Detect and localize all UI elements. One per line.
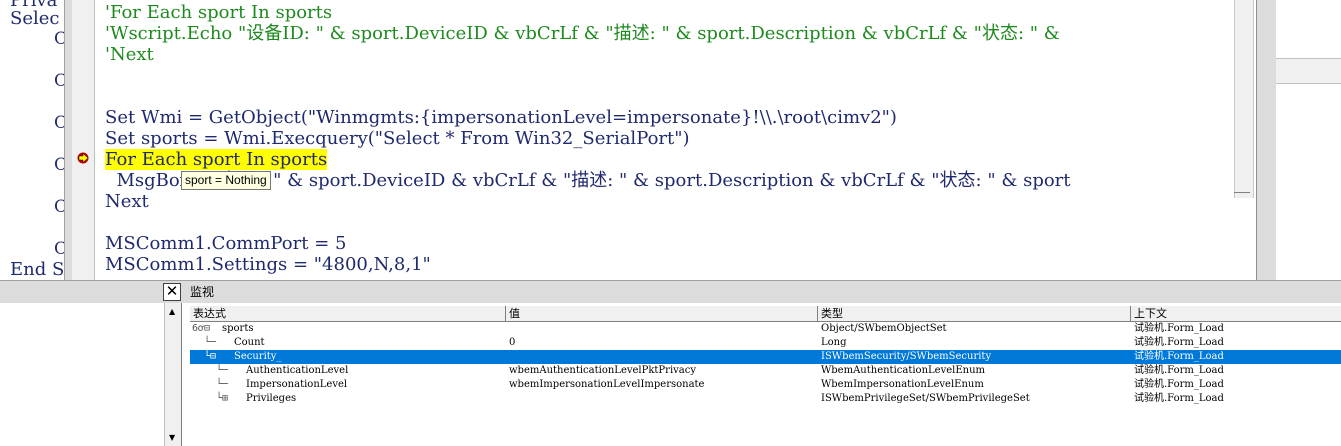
- tree-expander-icon[interactable]: └─: [216, 364, 228, 378]
- watch-row[interactable]: └─ ImpersonationLevel wbemImpersonationLev…: [190, 378, 1341, 392]
- watch-row[interactable]: └─ AuthenticationLevel wbemAuthenticationL…: [190, 364, 1341, 378]
- scroll-down-icon[interactable]: ▼: [169, 433, 175, 442]
- bg-code-line: End S: [10, 259, 65, 280]
- watch-row[interactable]: 6ơ⊟ sports Object/SWbemObjectSet 试验机.Form_L…: [190, 322, 1341, 336]
- code-line[interactable]: Next: [105, 191, 149, 212]
- watch-expression: Privileges: [246, 393, 297, 404]
- code-line-text: 'Wscript.Echo "设备ID: " & sport.DeviceID …: [105, 23, 1060, 44]
- tree-expander-icon[interactable]: └─: [216, 378, 228, 392]
- tree-expander-icon[interactable]: └─: [204, 336, 216, 350]
- code-line-text: MSComm1.Settings = "4800,N,8,1": [105, 254, 431, 275]
- execution-point-arrow-icon: [77, 152, 89, 164]
- column-header-type[interactable]: 类型: [818, 306, 1131, 321]
- watch-value: wbemImpersonationLevelImpersonate: [509, 379, 705, 390]
- watch-context: 试验机.Form_Load: [1134, 337, 1224, 348]
- code-line[interactable]: Set Wmi = GetObject("Winmgmts:{impersona…: [105, 107, 897, 128]
- watch-row[interactable]: └⊟ Security_ ISWbemSecurity/SWbemSecurity 试…: [190, 350, 1341, 364]
- watch-context: 试验机.Form_Load: [1134, 351, 1224, 362]
- scroll-up-icon[interactable]: ▲: [169, 307, 175, 316]
- watch-type: WbemAuthenticationLevelEnum: [821, 365, 986, 376]
- code-line[interactable]: 'Wscript.Echo "设备ID: " & sport.DeviceID …: [105, 23, 1060, 44]
- code-line-text: Set Wmi = GetObject("Winmgmts:{impersona…: [105, 107, 897, 128]
- watch-row[interactable]: └─ Count 0 Long 试验机.Form_Load: [190, 336, 1341, 350]
- splitter-handle[interactable]: [1234, 192, 1250, 199]
- code-line[interactable]: MSComm1.CommPort = 5: [105, 233, 346, 254]
- code-line-text: MSComm1.CommPort = 5: [105, 233, 347, 254]
- watch-expression: Security_: [234, 351, 282, 362]
- breakpoint-margin[interactable]: [72, 0, 95, 280]
- code-line-text: For Each sport In sports: [105, 149, 328, 170]
- code-line-text: 'For Each sport In sports: [105, 2, 333, 23]
- current-code-line[interactable]: For Each sport In sports: [105, 149, 328, 170]
- watch-row[interactable]: └⊞ Privileges ISWbemPrivilegeSet/SWbemPriv…: [190, 392, 1341, 406]
- watch-context: 试验机.Form_Load: [1134, 393, 1224, 404]
- watch-type: ISWbemPrivilegeSet/SWbemPrivilegeSet: [821, 393, 1030, 404]
- tree-expander-icon[interactable]: └⊟: [204, 350, 216, 364]
- watch-expression: ImpersonationLevel: [246, 379, 348, 390]
- bg-code-line: Selec: [10, 8, 60, 29]
- watch-value: wbemAuthenticationLevelPktPrivacy: [509, 365, 696, 376]
- background-code-window: Priva Selec C C C C C C End S: [0, 0, 68, 280]
- code-line[interactable]: MSComm1.Settings = "4800,N,8,1": [105, 254, 431, 275]
- watch-close-button[interactable]: ✕: [163, 283, 181, 301]
- tree-expander-icon[interactable]: 6ơ⊟: [192, 322, 210, 336]
- watch-context: 试验机.Form_Load: [1134, 323, 1224, 334]
- watch-value: 0: [509, 337, 516, 348]
- code-line[interactable]: Set sports = Wmi.Execquery("Select * Fro…: [105, 128, 690, 149]
- window-frame: [1256, 0, 1277, 280]
- right-panel-header: [1276, 58, 1341, 84]
- column-header-value[interactable]: 值: [506, 306, 818, 321]
- watch-type: Object/SWbemObjectSet: [821, 323, 947, 334]
- column-header-expression[interactable]: 表达式: [190, 306, 506, 321]
- watch-type: Long: [821, 337, 847, 348]
- watch-expression: sports: [222, 323, 254, 334]
- watch-expression: Count: [234, 337, 265, 348]
- data-tip: sport = Nothing: [181, 171, 271, 190]
- watch-left-pane: [0, 303, 164, 446]
- column-header-context[interactable]: 上下文: [1131, 306, 1341, 321]
- watch-context: 试验机.Form_Load: [1134, 365, 1224, 376]
- watch-window-title: 监视: [190, 285, 215, 299]
- code-line-text: Next: [105, 191, 149, 212]
- tree-expander-icon[interactable]: └⊞: [216, 392, 228, 406]
- right-panel: [1276, 0, 1341, 280]
- code-line-text: Set sports = Wmi.Execquery("Select * Fro…: [105, 128, 690, 149]
- code-vertical-scrollbar[interactable]: [1234, 0, 1254, 198]
- watch-type: WbemImpersonationLevelEnum: [821, 379, 984, 390]
- watch-expression: AuthenticationLevel: [246, 365, 349, 376]
- code-line[interactable]: 'For Each sport In sports: [105, 2, 332, 23]
- watch-vertical-scrollbar[interactable]: ▲ ▼: [164, 303, 182, 446]
- code-line-text: 'Next: [105, 44, 154, 65]
- watch-context: 试验机.Form_Load: [1134, 379, 1224, 390]
- watch-type: ISWbemSecurity/SWbemSecurity: [821, 351, 992, 362]
- code-line[interactable]: 'Next: [105, 44, 154, 65]
